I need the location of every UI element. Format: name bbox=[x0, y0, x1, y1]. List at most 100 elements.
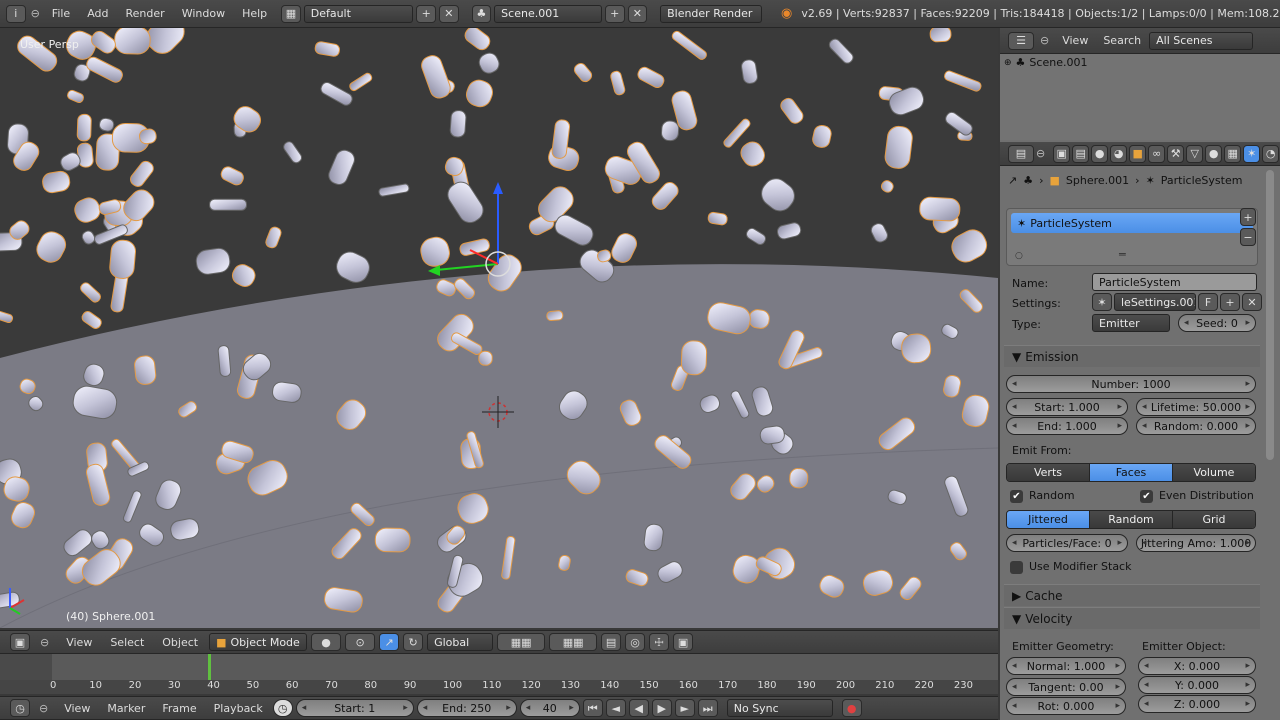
velocity-tangent-field[interactable]: Tangent: 0.00 bbox=[1006, 678, 1126, 696]
remove-screen-icon[interactable]: ✕ bbox=[439, 4, 459, 23]
jump-keyframe-back-icon[interactable]: ◄ bbox=[605, 699, 626, 717]
manipulator-translate-icon[interactable]: ↗ bbox=[379, 633, 400, 651]
editor-type-3dview-icon[interactable]: ▣ bbox=[10, 633, 30, 651]
add-screen-icon[interactable]: + bbox=[416, 4, 437, 23]
velocity-object-z-field[interactable]: Z: 0.000 bbox=[1138, 695, 1256, 713]
unlink-settings-button[interactable]: ✕ bbox=[1242, 293, 1262, 311]
velocity-rot-field[interactable]: Rot: 0.000 bbox=[1006, 697, 1126, 715]
distribution-grid[interactable]: Grid bbox=[1173, 511, 1255, 528]
screen-layout-icon[interactable]: ▦ bbox=[281, 4, 301, 23]
jump-start-icon[interactable]: ⏮ bbox=[582, 699, 603, 717]
new-settings-button[interactable]: + bbox=[1220, 293, 1240, 311]
editor-type-timeline-icon[interactable]: ◷ bbox=[10, 699, 30, 717]
current-frame-field[interactable]: 40 bbox=[519, 699, 580, 717]
viewport-scene[interactable] bbox=[0, 28, 998, 628]
expand-icon[interactable]: ⊕ bbox=[1004, 58, 1012, 68]
emission-lifetime-field[interactable]: Lifetime: 50.000 bbox=[1136, 398, 1256, 416]
particles-per-face-field[interactable]: Particles/Face: 0 bbox=[1006, 534, 1128, 552]
list-filter-icon[interactable]: ○ bbox=[1015, 251, 1023, 261]
particle-type-select[interactable]: Emitter bbox=[1092, 314, 1170, 332]
pivot-point-icon[interactable]: ⊙ bbox=[345, 633, 376, 651]
menu-frame[interactable]: Frame bbox=[155, 702, 203, 715]
particle-system-name-input[interactable]: ParticleSystem bbox=[1092, 273, 1257, 291]
jump-keyframe-forward-icon[interactable]: ► bbox=[674, 699, 695, 717]
object-mode-select[interactable]: ■ Object Mode bbox=[209, 633, 308, 651]
layers-grid-icon[interactable]: ▦▦ bbox=[497, 633, 546, 651]
pin-icon[interactable]: ↗ bbox=[1008, 174, 1017, 187]
remove-particle-system-button[interactable]: − bbox=[1240, 228, 1256, 246]
menu-view[interactable]: View bbox=[1055, 34, 1095, 47]
menu-window[interactable]: Window bbox=[175, 7, 232, 20]
random-checkbox[interactable]: ✔ Random bbox=[1010, 489, 1075, 503]
velocity-object-x-field[interactable]: X: 0.000 bbox=[1138, 657, 1256, 675]
info-editor-type-icon[interactable]: i bbox=[6, 4, 26, 23]
collapse-menu-icon[interactable]: ⊖ bbox=[40, 636, 49, 649]
scene-field[interactable]: Scene.001 bbox=[494, 4, 602, 23]
3d-viewport[interactable]: User Persp (40) Sphere.001 bbox=[0, 28, 998, 628]
start-frame-field[interactable]: Start: 1 bbox=[295, 699, 414, 717]
emit-from-faces[interactable]: Faces bbox=[1090, 464, 1173, 481]
collapse-menu-icon[interactable]: ⊖ bbox=[1036, 147, 1045, 160]
scene-tab-icon[interactable]: ● bbox=[1091, 144, 1109, 163]
render-preview-icon[interactable]: ▣ bbox=[673, 633, 694, 651]
remove-scene-icon[interactable]: ✕ bbox=[627, 4, 648, 23]
distribution-jittered[interactable]: Jittered bbox=[1007, 511, 1090, 528]
transform-orientation-select[interactable]: Global bbox=[427, 633, 494, 651]
emission-end-field[interactable]: End: 1.000 bbox=[1006, 417, 1128, 435]
record-icon[interactable]: ● bbox=[841, 699, 862, 717]
texture-tab-icon[interactable]: ▦ bbox=[1224, 144, 1242, 163]
collapse-menu-icon[interactable]: ⊖ bbox=[1040, 34, 1049, 47]
menu-file[interactable]: File bbox=[45, 7, 77, 20]
lock-camera-icon[interactable]: ▤ bbox=[601, 633, 622, 651]
seed-field[interactable]: Seed: 0 bbox=[1178, 314, 1256, 332]
cache-panel-header[interactable]: ▶ Cache bbox=[1004, 584, 1260, 606]
play-reverse-icon[interactable]: ◀ bbox=[628, 699, 649, 717]
play-icon[interactable]: ▶ bbox=[651, 699, 672, 717]
render-tab-icon[interactable]: ▣ bbox=[1053, 144, 1071, 163]
collapse-menu-icon[interactable]: ⊖ bbox=[31, 7, 40, 20]
outliner-item-scene[interactable]: ⊕ ♣ Scene.001 bbox=[1004, 56, 1087, 69]
menu-view[interactable]: View bbox=[59, 636, 99, 649]
emission-panel-header[interactable]: ▼ Emission bbox=[1004, 345, 1260, 367]
viewport-shading-icon[interactable]: ● bbox=[311, 633, 342, 651]
emit-from-volume[interactable]: Volume bbox=[1173, 464, 1255, 481]
sync-mode-select[interactable]: No Sync bbox=[726, 699, 833, 717]
add-particle-system-button[interactable]: + bbox=[1240, 208, 1256, 226]
breadcrumb-particles[interactable]: ParticleSystem bbox=[1161, 174, 1243, 187]
proportional-edit-icon[interactable]: ◎ bbox=[625, 633, 646, 651]
particles-tab-icon[interactable]: ✶ bbox=[1243, 144, 1261, 163]
velocity-panel-header[interactable]: ▼ Velocity bbox=[1004, 607, 1260, 629]
menu-search[interactable]: Search bbox=[1101, 34, 1143, 47]
list-resize-handle-icon[interactable]: ═ bbox=[1119, 248, 1126, 261]
velocity-object-y-field[interactable]: Y: 0.000 bbox=[1138, 676, 1256, 694]
outliner-filter-select[interactable]: All Scenes bbox=[1149, 31, 1254, 50]
emit-from-verts[interactable]: Verts bbox=[1007, 464, 1090, 481]
emission-start-field[interactable]: Start: 1.000 bbox=[1006, 398, 1128, 416]
menu-view[interactable]: View bbox=[57, 702, 97, 715]
add-scene-icon[interactable]: + bbox=[604, 4, 625, 23]
manipulator-rotate-icon[interactable]: ↻ bbox=[403, 633, 424, 651]
menu-object[interactable]: Object bbox=[155, 636, 205, 649]
particle-settings-field[interactable]: leSettings.001 bbox=[1114, 293, 1196, 311]
editor-type-outliner-icon[interactable]: ☰ bbox=[1008, 31, 1034, 50]
data-tab-icon[interactable]: ▽ bbox=[1186, 144, 1204, 163]
collapse-menu-icon[interactable]: ⊖ bbox=[39, 702, 48, 715]
screen-layout-field[interactable]: Default bbox=[303, 4, 414, 23]
jittering-amount-field[interactable]: Jittering Amo: 1.000 bbox=[1136, 534, 1256, 552]
properties-scrollbar[interactable] bbox=[1266, 170, 1274, 460]
particle-system-list-item[interactable]: ✶ ParticleSystem bbox=[1011, 213, 1253, 233]
world-tab-icon[interactable]: ◕ bbox=[1110, 144, 1128, 163]
material-tab-icon[interactable]: ● bbox=[1205, 144, 1223, 163]
breadcrumb-object[interactable]: Sphere.001 bbox=[1066, 174, 1129, 187]
scene-icon[interactable]: ♣ bbox=[471, 4, 492, 23]
use-modifier-stack-checkbox[interactable]: Use Modifier Stack bbox=[1010, 560, 1131, 574]
menu-marker[interactable]: Marker bbox=[100, 702, 152, 715]
emission-random-field[interactable]: Random: 0.000 bbox=[1136, 417, 1256, 435]
menu-help[interactable]: Help bbox=[235, 7, 274, 20]
menu-add[interactable]: Add bbox=[80, 7, 115, 20]
editor-type-properties-icon[interactable]: ▤ bbox=[1008, 144, 1034, 163]
snap-icon[interactable]: ☩ bbox=[649, 633, 670, 651]
even-distribution-checkbox[interactable]: ✔ Even Distribution bbox=[1140, 489, 1254, 503]
velocity-normal-field[interactable]: Normal: 1.000 bbox=[1006, 657, 1126, 675]
distribution-random[interactable]: Random bbox=[1090, 511, 1173, 528]
